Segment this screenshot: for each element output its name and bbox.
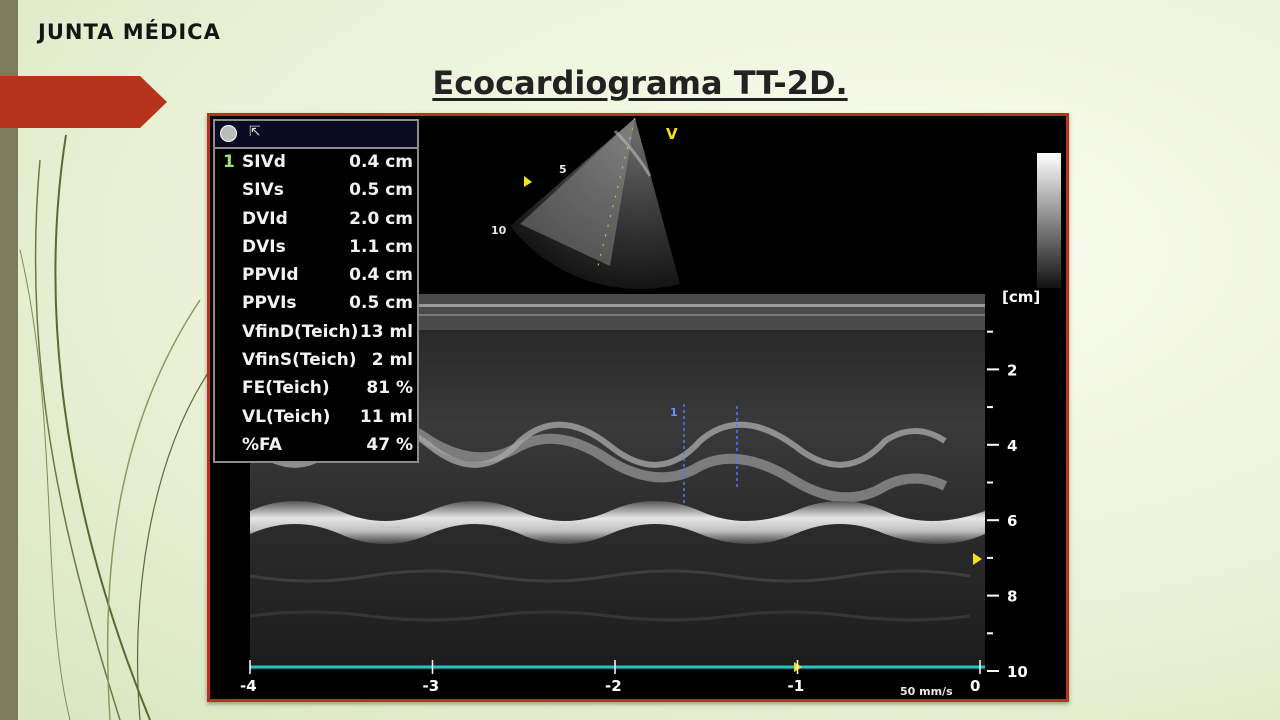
measurement-name: SIVd bbox=[242, 152, 286, 172]
measurement-index: 1 bbox=[223, 152, 235, 172]
measurement-value: 0.4 cm bbox=[349, 265, 413, 286]
measurement-value: 0.5 cm bbox=[349, 293, 413, 314]
measurement-row[interactable]: DVIs 1.1 cm bbox=[215, 234, 417, 262]
measurement-row[interactable]: %FA 47 % bbox=[215, 432, 417, 460]
time-tick-label: -2 bbox=[605, 677, 622, 695]
measurement-row[interactable]: VfinS(Teich) 2 ml bbox=[215, 347, 417, 375]
measurement-name: VfinS(Teich) bbox=[242, 350, 357, 371]
measurement-row[interactable]: 1 SIVd 0.4 cm bbox=[215, 149, 417, 177]
depth-unit: [cm] bbox=[1002, 288, 1040, 306]
depth-tick-label: 2 bbox=[1007, 361, 1017, 379]
measurement-value: 2.0 cm bbox=[349, 208, 413, 229]
time-tick-label: 0 bbox=[970, 677, 980, 695]
measurement-name: VL(Teich) bbox=[242, 406, 331, 427]
time-tick-label: -4 bbox=[240, 677, 257, 695]
measurement-name: FE(Teich) bbox=[242, 378, 330, 399]
measurement-name: DVIs bbox=[242, 236, 286, 257]
depth-tick-label: 8 bbox=[1007, 588, 1017, 606]
measurement-value: 81 % bbox=[366, 378, 413, 399]
view-label: V bbox=[666, 125, 678, 143]
measurement-name: VfinD(Teich) bbox=[242, 321, 359, 342]
measurement-value: 47 % bbox=[366, 434, 413, 455]
measurement-row[interactable]: VfinD(Teich) 13 ml bbox=[215, 319, 417, 347]
measurement-name: %FA bbox=[242, 434, 282, 455]
measurement-value: 13 ml bbox=[359, 321, 413, 342]
measurement-value: 1.1 cm bbox=[349, 236, 413, 257]
measurement-name: PPVId bbox=[242, 265, 299, 286]
measurement-row[interactable]: VL(Teich) 11 ml bbox=[215, 404, 417, 432]
measurement-panel-header: ⇱ bbox=[215, 121, 417, 149]
measurement-value: 0.5 cm bbox=[349, 180, 413, 201]
cursor-icon[interactable]: ⇱ bbox=[249, 124, 261, 140]
depth-tick-label: 10 bbox=[1007, 663, 1028, 681]
sweep-speed: 50 mm/s bbox=[900, 685, 953, 698]
measurement-row[interactable]: PPVId 0.4 cm bbox=[215, 262, 417, 290]
echocardiogram-image: 1 V 5 10 [cm] 2 4 6 8 10 -4 -3 -2 -1 0 50 mm/s ⇱… bbox=[207, 113, 1069, 702]
depth-tick-label: 6 bbox=[1007, 512, 1017, 530]
measurement-name: DVId bbox=[242, 208, 288, 229]
measurement-value: 0.4 cm bbox=[349, 152, 413, 172]
header-label: JUNTA MÉDICA bbox=[38, 20, 221, 44]
measurement-name: PPVIs bbox=[242, 293, 297, 314]
record-icon[interactable] bbox=[220, 125, 237, 142]
measurement-row[interactable]: SIVs 0.5 cm bbox=[215, 177, 417, 205]
measurement-row[interactable]: FE(Teich) 81 % bbox=[215, 375, 417, 403]
slide-title: Ecocardiograma TT-2D. bbox=[432, 64, 848, 102]
measurement-row[interactable]: DVId 2.0 cm bbox=[215, 206, 417, 234]
depth-axis: 2 4 6 8 10 bbox=[987, 330, 1028, 681]
sector-depth-5: 5 bbox=[559, 163, 567, 176]
caliper-label: 1 bbox=[670, 406, 678, 419]
time-tick-label: -3 bbox=[423, 677, 440, 695]
measurement-name: SIVs bbox=[242, 180, 284, 201]
measurement-panel: ⇱ 1 SIVd 0.4 cm SIVs 0.5 cm DVId 2.0 cm DVIs 1.1… bbox=[213, 119, 419, 463]
measurement-list: 1 SIVd 0.4 cm SIVs 0.5 cm DVId 2.0 cm DVIs 1.1 c… bbox=[215, 149, 417, 460]
measurement-row[interactable]: PPVIs 0.5 cm bbox=[215, 290, 417, 318]
time-tick-label: -1 bbox=[788, 677, 805, 695]
measurement-value: 11 ml bbox=[359, 406, 413, 427]
sector-depth-10: 10 bbox=[491, 224, 507, 237]
measurement-value: 2 ml bbox=[371, 350, 413, 371]
sector-orientation-marker bbox=[524, 176, 532, 187]
depth-tick-label: 4 bbox=[1007, 437, 1017, 455]
grayscale-bar bbox=[1037, 153, 1061, 288]
